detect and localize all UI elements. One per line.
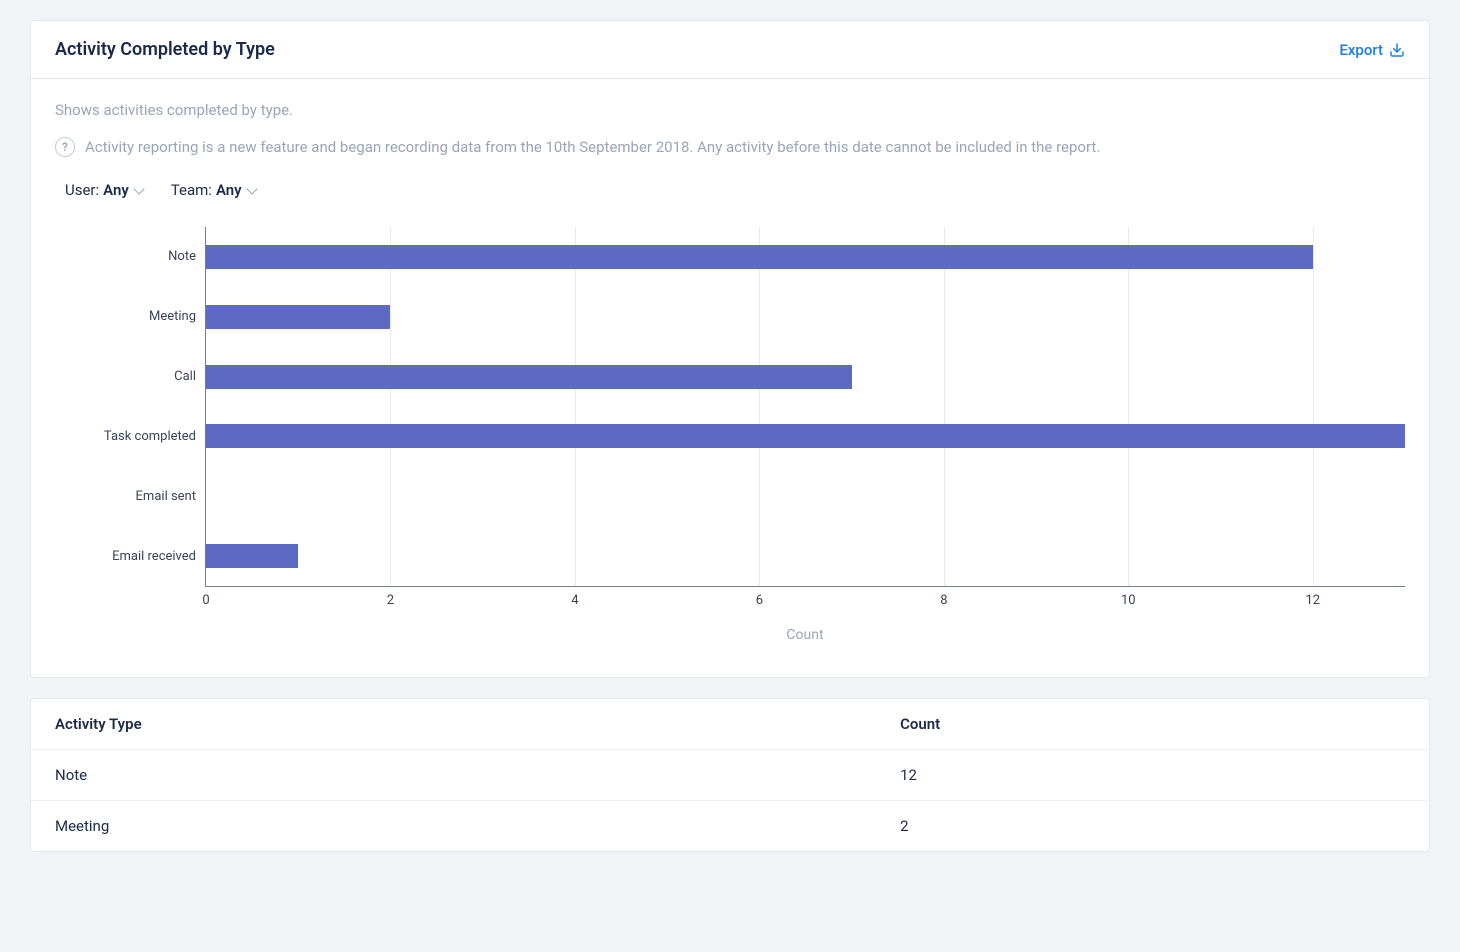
x-tick: 4	[571, 593, 578, 608]
table-panel: Activity Type Count Note12Meeting2	[30, 698, 1430, 852]
grid-line	[1313, 227, 1314, 586]
bar-label: Email sent	[136, 489, 196, 504]
bar[interactable]	[206, 365, 852, 389]
x-tick: 0	[202, 593, 209, 608]
export-label: Export	[1339, 41, 1383, 59]
chevron-down-icon	[246, 183, 257, 194]
bar-label: Meeting	[149, 309, 196, 324]
plot-area: 024681012NoteMeetingCallTask completedEm…	[205, 227, 1405, 587]
user-filter[interactable]: User: Any	[65, 181, 143, 199]
panel-body: Shows activities completed by type. ? Ac…	[31, 79, 1429, 677]
page-title: Activity Completed by Type	[55, 39, 275, 60]
bar-row: Call	[206, 365, 1405, 389]
cell-count: 12	[876, 750, 1429, 801]
help-icon[interactable]: ?	[55, 137, 75, 157]
bar-row: Email received	[206, 544, 1405, 568]
bar-row: Note	[206, 245, 1405, 269]
bar-row: Email sent	[206, 484, 1405, 508]
bar[interactable]	[206, 305, 390, 329]
bar-label: Task completed	[104, 429, 196, 444]
activity-table: Activity Type Count Note12Meeting2	[31, 699, 1429, 851]
grid-line	[759, 227, 760, 586]
filters: User: Any Team: Any	[55, 181, 1405, 199]
grid-line	[1128, 227, 1129, 586]
team-filter[interactable]: Team: Any	[171, 181, 256, 199]
team-filter-value: Any	[216, 181, 242, 199]
bar[interactable]	[206, 245, 1313, 269]
x-tick: 6	[756, 593, 763, 608]
x-tick: 2	[387, 593, 394, 608]
table-header-row: Activity Type Count	[31, 699, 1429, 750]
cell-activity-type: Meeting	[31, 801, 876, 852]
team-filter-label: Team:	[171, 181, 212, 199]
bar-row: Meeting	[206, 305, 1405, 329]
bar-row: Task completed	[206, 424, 1405, 448]
grid-line	[575, 227, 576, 586]
info-row: ? Activity reporting is a new feature an…	[55, 137, 1405, 157]
cell-activity-type: Note	[31, 750, 876, 801]
panel-header: Activity Completed by Type Export	[31, 21, 1429, 79]
x-tick: 8	[940, 593, 947, 608]
col-count: Count	[876, 699, 1429, 750]
bar[interactable]	[206, 424, 1405, 448]
x-tick: 12	[1305, 593, 1320, 608]
bar-chart: 0 2 4 6 8 10 12 Note Meeting Call Task completed Em…	[55, 227, 1405, 647]
info-text: Activity reporting is a new feature and …	[85, 138, 1100, 156]
col-activity-type: Activity Type	[31, 699, 876, 750]
x-axis-title: Count	[205, 627, 1405, 643]
subtitle: Shows activities completed by type.	[55, 101, 1405, 119]
bar[interactable]	[206, 544, 298, 568]
table-row: Note12	[31, 750, 1429, 801]
chart-panel: Activity Completed by Type Export Shows …	[30, 20, 1430, 678]
table-row: Meeting2	[31, 801, 1429, 852]
bar-label: Call	[174, 369, 196, 384]
user-filter-value: Any	[103, 181, 129, 199]
bar-label: Email received	[112, 549, 196, 564]
grid-line	[944, 227, 945, 586]
x-tick: 10	[1121, 593, 1136, 608]
chevron-down-icon	[133, 183, 144, 194]
download-icon	[1389, 42, 1405, 58]
grid-line	[390, 227, 391, 586]
user-filter-label: User:	[65, 181, 99, 199]
export-button[interactable]: Export	[1339, 41, 1405, 59]
bar-label: Note	[168, 249, 196, 264]
cell-count: 2	[876, 801, 1429, 852]
